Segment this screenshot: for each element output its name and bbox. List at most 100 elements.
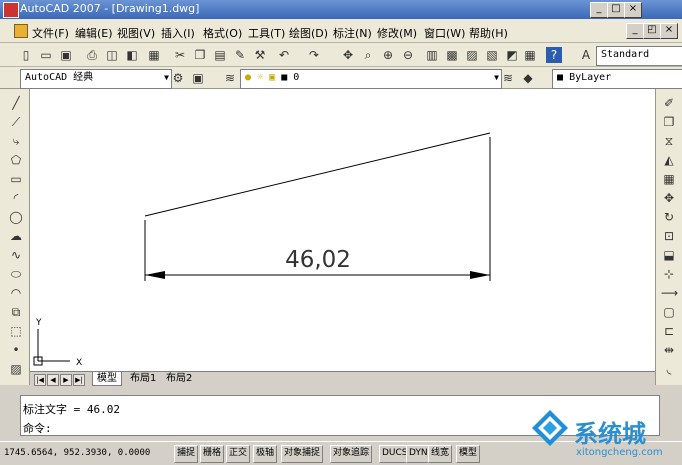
menu-tools[interactable]: 工具(T) [248, 25, 285, 41]
redo-icon[interactable]: ↷ [306, 47, 322, 63]
snap-button[interactable]: 捕捉 [174, 445, 199, 463]
menu-format[interactable]: 格式(O) [203, 25, 242, 41]
markup-icon[interactable]: ◩ [504, 47, 520, 63]
preview-icon[interactable]: ◫ [104, 47, 120, 63]
model-button[interactable]: 模型 [456, 445, 481, 463]
coordinates-readout[interactable]: 1745.6564, 952.3930, 0.0000 [4, 448, 150, 458]
spline-icon[interactable]: ∿ [8, 247, 24, 263]
doc-minimize-button[interactable]: _ [626, 23, 644, 39]
paste-icon[interactable]: ▤ [212, 47, 228, 63]
trim-icon[interactable]: ⊹ [661, 266, 677, 282]
sloped-line[interactable] [144, 132, 491, 217]
polygon-icon[interactable]: ⬠ [8, 152, 24, 168]
new-icon[interactable]: ▯ [18, 47, 34, 63]
tab-first-icon[interactable]: |◀ [34, 374, 46, 386]
layer-previous-icon[interactable]: ◆ [520, 70, 536, 86]
close-button[interactable]: × [624, 2, 642, 18]
rectangle-icon[interactable]: ▭ [8, 171, 24, 187]
array-icon[interactable]: ▦ [661, 171, 677, 187]
rotate-icon[interactable]: ↻ [661, 209, 677, 225]
grid-button[interactable]: 栅格 [200, 445, 225, 463]
drawing-canvas[interactable]: 46,02 Y X [30, 89, 655, 371]
color-select[interactable]: ■ ByLayer [552, 69, 682, 89]
polar-button[interactable]: 极轴 [253, 445, 278, 463]
offset-icon[interactable]: ◭ [661, 152, 677, 168]
make-current-layer-icon[interactable]: ≋ [500, 70, 516, 86]
menu-help[interactable]: 帮助(H) [469, 25, 508, 41]
copy-icon[interactable]: ❐ [192, 47, 208, 63]
doc-close-button[interactable]: × [660, 23, 678, 39]
zoom-realtime-icon[interactable]: ⌕ [360, 47, 376, 63]
tab-layout1[interactable]: 布局1 [126, 372, 160, 385]
undo-icon[interactable]: ↶ [276, 47, 292, 63]
line-icon[interactable]: ╱ [8, 95, 24, 111]
menu-insert[interactable]: 插入(I) [161, 25, 195, 41]
cut-icon[interactable]: ✂ [172, 47, 188, 63]
hatch-icon[interactable]: ▨ [8, 361, 24, 377]
osnap-button[interactable]: 对象捕捉 [281, 445, 324, 463]
arc-icon[interactable]: ◜ [8, 190, 24, 206]
matchprop-icon[interactable]: ✎ [232, 47, 248, 63]
dyn-button[interactable]: DYN [406, 445, 431, 463]
open-icon[interactable]: ▭ [38, 47, 54, 63]
save-icon[interactable]: ▣ [58, 47, 74, 63]
menu-modify[interactable]: 修改(M) [377, 25, 417, 41]
workspace-select[interactable]: AutoCAD 经典 ▼ [20, 69, 172, 89]
menu-draw[interactable]: 绘图(D) [289, 25, 328, 41]
chamfer-icon[interactable]: ⇹ [661, 342, 677, 358]
circle-icon[interactable]: ◯ [8, 209, 24, 225]
make-block-icon[interactable]: ⬚ [8, 323, 24, 339]
ellipse-icon[interactable]: ⬭ [8, 266, 24, 282]
publish-icon[interactable]: ◧ [124, 47, 140, 63]
maximize-button[interactable]: □ [607, 2, 625, 18]
menu-view[interactable]: 视图(V) [117, 25, 155, 41]
designcenter-icon[interactable]: ▩ [444, 47, 460, 63]
menu-dimension[interactable]: 标注(N) [333, 25, 372, 41]
workspace-settings-icon[interactable]: ⚙ [170, 70, 186, 86]
plot-icon[interactable]: ▦ [146, 47, 162, 63]
zoom-previous-icon[interactable]: ⊖ [400, 47, 416, 63]
revcloud-icon[interactable]: ☁ [8, 228, 24, 244]
lineweight-button[interactable]: 线宽 [428, 445, 453, 463]
command-prompt[interactable]: 命令: [23, 420, 52, 436]
zoom-window-icon[interactable]: ⊕ [380, 47, 396, 63]
copy-object-icon[interactable]: ❐ [661, 114, 677, 130]
scale-icon[interactable]: ⊡ [661, 228, 677, 244]
extend-icon[interactable]: ⟶ [661, 285, 678, 301]
construction-line-icon[interactable]: ⟋ [8, 114, 24, 130]
erase-icon[interactable]: ✐ [661, 95, 677, 111]
layer-manager-icon[interactable]: ≋ [222, 70, 238, 86]
doc-restore-button[interactable]: ◰ [643, 23, 661, 39]
minimize-button[interactable]: _ [590, 2, 608, 18]
tab-last-icon[interactable]: ▶| [73, 374, 85, 386]
properties-icon[interactable]: ▥ [424, 47, 440, 63]
calculator-icon[interactable]: ▦ [522, 47, 538, 63]
insert-block-icon[interactable]: ⧉ [8, 304, 24, 320]
tab-model[interactable]: 模型 [92, 372, 122, 386]
otrack-button[interactable]: 对象追踪 [330, 445, 373, 463]
pan-icon[interactable]: ✥ [340, 47, 356, 63]
tab-prev-icon[interactable]: ◀ [47, 374, 59, 386]
menu-window[interactable]: 窗口(W) [424, 25, 465, 41]
help-icon[interactable]: ? [546, 47, 562, 63]
ellipse-arc-icon[interactable]: ◠ [8, 285, 24, 301]
tab-layout2[interactable]: 布局2 [162, 372, 196, 385]
menu-file[interactable]: 文件(F) [32, 25, 69, 41]
workspace-save-icon[interactable]: ▣ [190, 70, 206, 86]
mirror-icon[interactable]: ⧖ [661, 133, 677, 149]
block-editor-icon[interactable]: ⚒ [252, 47, 268, 63]
ortho-button[interactable]: 正交 [226, 445, 251, 463]
tab-next-icon[interactable]: ▶ [60, 374, 72, 386]
move-icon[interactable]: ✥ [661, 190, 677, 206]
layer-select[interactable]: ● ☼ ▣ ■ 0 ▼ [240, 69, 502, 89]
print-icon[interactable]: ⎙ [84, 47, 100, 63]
text-style-select[interactable]: Standard [596, 46, 682, 66]
stretch-icon[interactable]: ⬓ [661, 247, 677, 263]
fillet-icon[interactable]: ◟ [661, 361, 677, 377]
menu-edit[interactable]: 编辑(E) [75, 25, 113, 41]
polyline-icon[interactable]: ⤷ [8, 133, 24, 149]
sheetset-icon[interactable]: ▧ [484, 47, 500, 63]
join-icon[interactable]: ⊏ [661, 323, 677, 339]
point-icon[interactable]: • [8, 342, 24, 358]
toolpalette-icon[interactable]: ▨ [464, 47, 480, 63]
